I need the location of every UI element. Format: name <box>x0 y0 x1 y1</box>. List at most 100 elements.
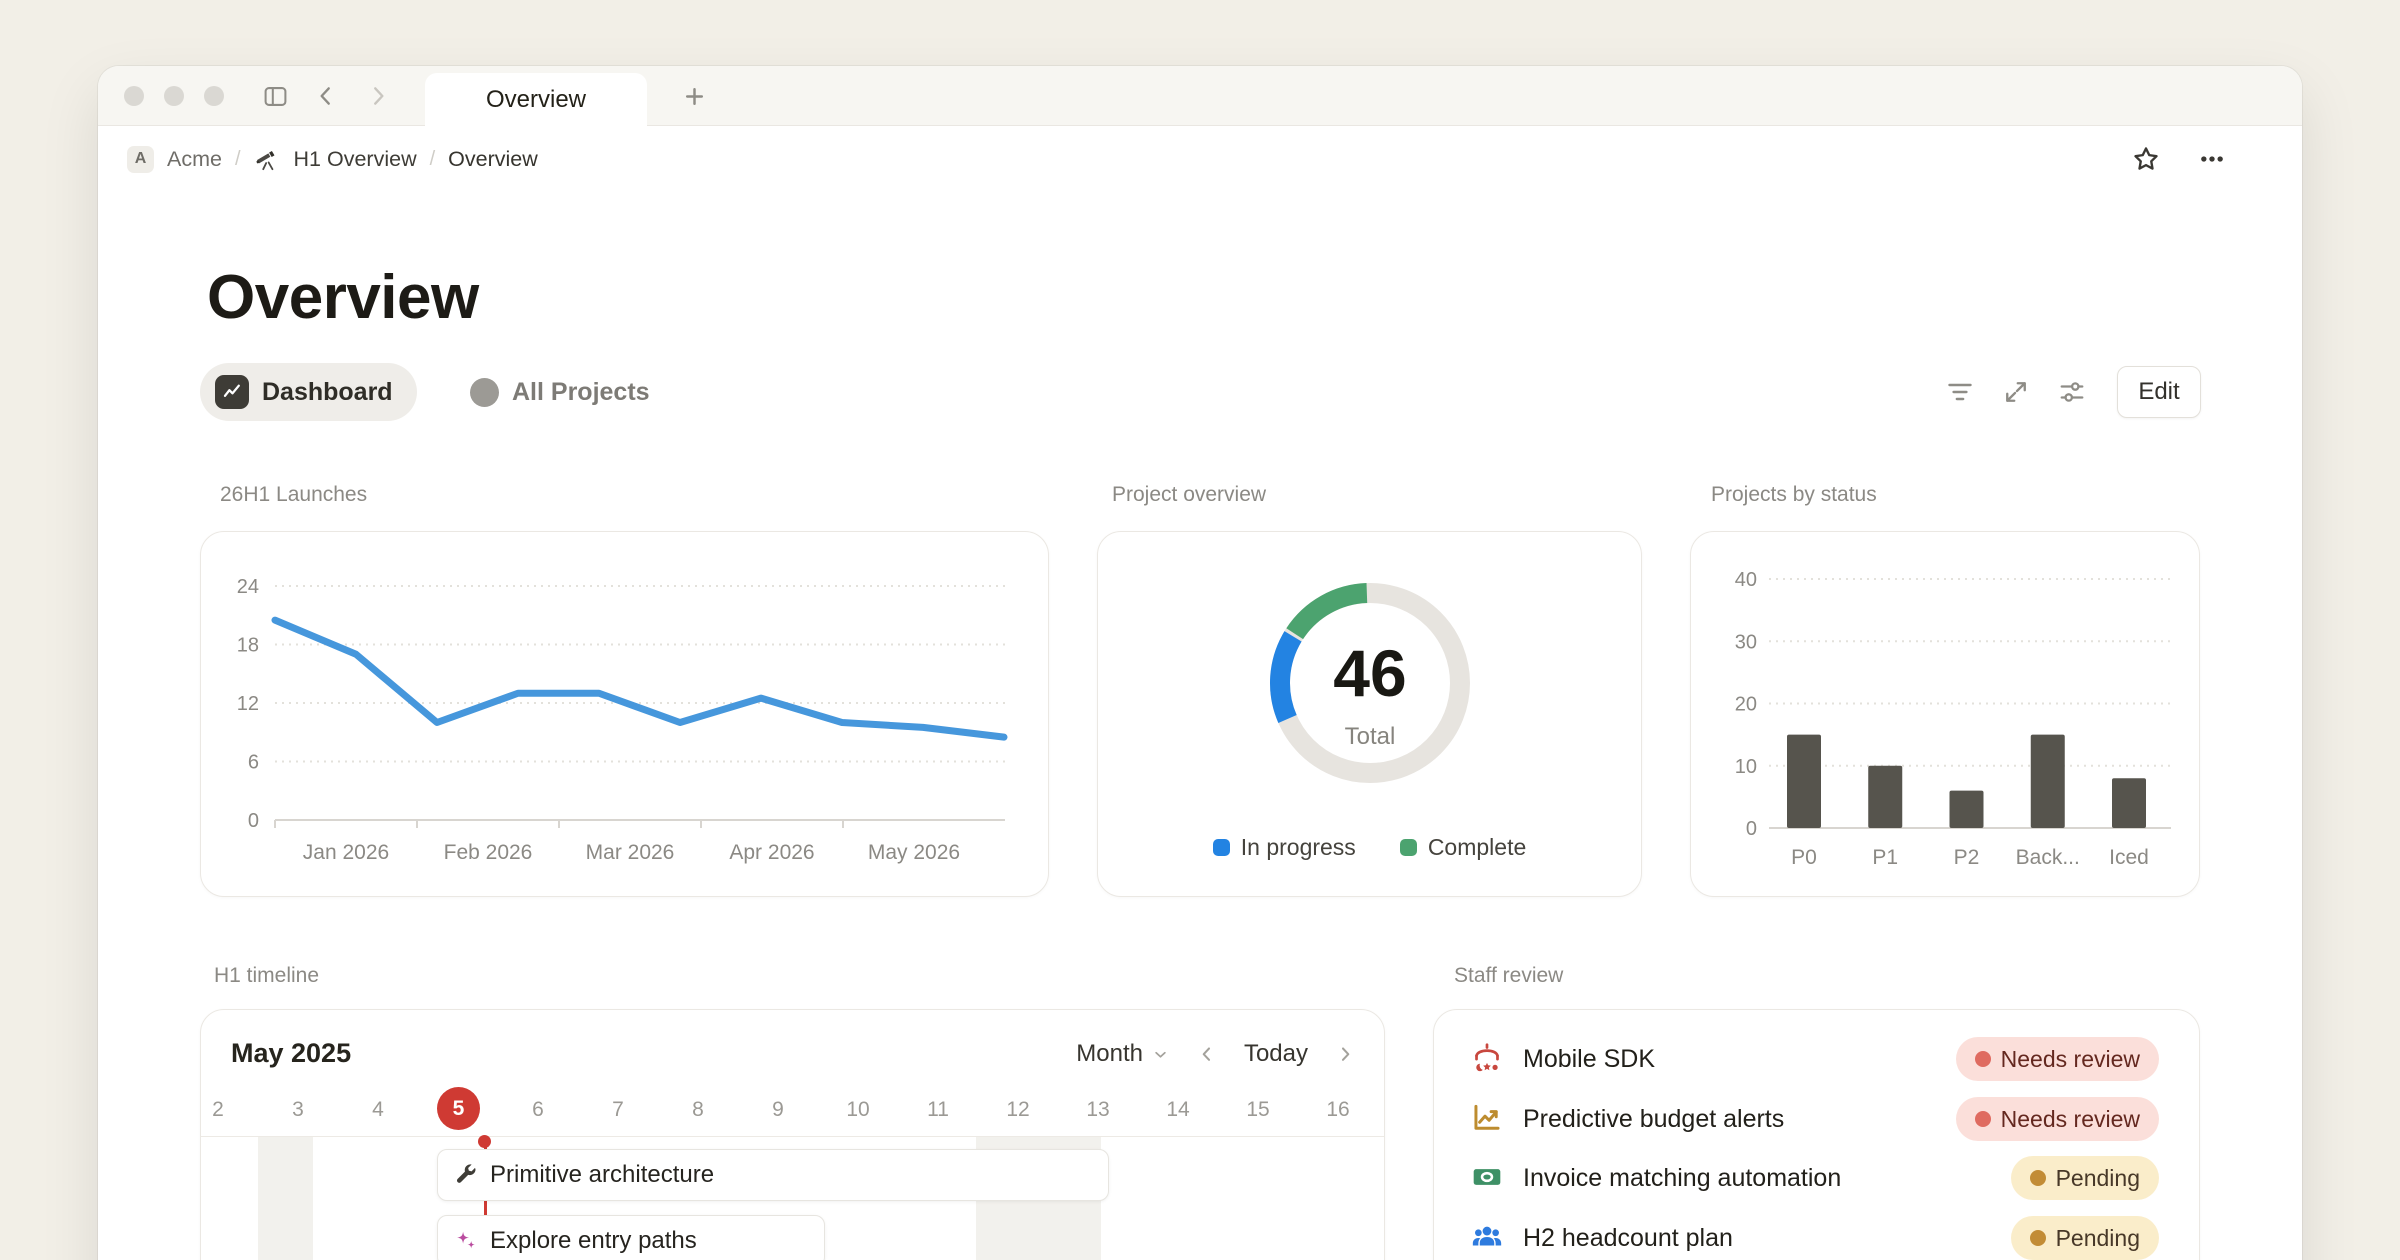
x-axis-label: P2 <box>1954 846 1980 869</box>
timeline-prev-button[interactable] <box>1196 1043 1218 1065</box>
sliders-icon <box>2058 378 2086 406</box>
staff-row-title: H2 headcount plan <box>1523 1224 1733 1253</box>
workspace-avatar[interactable]: A <box>127 146 154 173</box>
status-badge[interactable]: Needs review <box>1956 1097 2159 1141</box>
breadcrumb-separator: / <box>235 148 241 171</box>
staff-review-row[interactable]: H2 headcount plan Pending <box>1470 1215 2159 1260</box>
edit-button[interactable]: Edit <box>2117 366 2201 418</box>
line-series <box>275 620 1004 737</box>
filter-icon <box>1946 378 1974 406</box>
legend-label: Complete <box>1428 834 1526 861</box>
projects-by-status-bar-card: 010203040P0P1P2Back...Iced <box>1690 531 2200 897</box>
carousel-icon <box>1470 1041 1506 1077</box>
dashboard-chart-icon <box>215 375 249 409</box>
breadcrumb-item-workspace[interactable]: Acme <box>167 147 222 172</box>
y-axis-tick: 18 <box>237 635 259 657</box>
timeline-view-select[interactable]: Month <box>1076 1040 1170 1068</box>
legend-item: Complete <box>1400 834 1526 861</box>
bar <box>1950 791 1984 828</box>
x-axis-label: May 2026 <box>868 841 960 864</box>
chart-up-icon <box>1470 1101 1506 1137</box>
staff-row-title: Predictive budget alerts <box>1523 1105 1784 1134</box>
card-label-project-overview: Project overview <box>1112 484 1266 505</box>
timeline-date: 8 <box>658 1096 738 1124</box>
all-projects-circle-icon <box>470 378 499 407</box>
sidebar-toggle-button[interactable] <box>257 78 293 114</box>
sidebar-toggle-icon <box>262 83 289 110</box>
ellipsis-icon <box>2198 145 2226 173</box>
breadcrumb-item-current[interactable]: Overview <box>448 147 538 172</box>
new-tab-button[interactable] <box>676 78 712 114</box>
timeline-date: 3 <box>258 1096 338 1124</box>
x-axis-label: Iced <box>2109 846 2149 869</box>
expand-icon <box>2002 378 2030 406</box>
timeline-date: 16 <box>1298 1096 1378 1124</box>
back-chevron-icon <box>313 83 339 109</box>
forward-button[interactable] <box>360 78 396 114</box>
legend-item: In progress <box>1213 834 1356 861</box>
view-tab-dashboard[interactable]: Dashboard <box>200 363 417 421</box>
x-axis-label: Mar 2026 <box>586 841 675 864</box>
status-badge[interactable]: Pending <box>2011 1216 2159 1260</box>
legend-swatch <box>1400 839 1417 856</box>
staff-review-row[interactable]: Invoice matching automation Pending <box>1470 1155 2159 1201</box>
line-chart: 06121824Jan 2026Feb 2026Mar 2026Apr 2026… <box>201 532 1049 897</box>
chevron-left-icon <box>1196 1043 1218 1065</box>
timeline-date-row-divider <box>201 1136 1384 1137</box>
window-close-button[interactable] <box>124 86 144 106</box>
status-badge[interactable]: Pending <box>2011 1156 2159 1200</box>
desktop: { "window": { "tab_title": "Overview" },… <box>0 0 2400 1260</box>
staff-row-title: Invoice matching automation <box>1523 1164 1841 1193</box>
back-button[interactable] <box>308 78 344 114</box>
more-options-button[interactable] <box>2192 139 2232 179</box>
settings-sliders-button[interactable] <box>2052 372 2092 412</box>
donut-segment <box>1280 636 1293 719</box>
view-tab-label: Dashboard <box>262 378 393 407</box>
timeline-date: 15 <box>1218 1096 1298 1124</box>
forward-chevron-icon <box>365 83 391 109</box>
team-icon <box>1470 1220 1506 1256</box>
timeline-next-button[interactable] <box>1334 1043 1356 1065</box>
staff-review-card: Mobile SDKNeeds review Predictive budget … <box>1433 1009 2200 1260</box>
favorite-button[interactable] <box>2126 139 2166 179</box>
timeline-view-mode-label: Month <box>1076 1040 1143 1068</box>
filter-button[interactable] <box>1940 372 1980 412</box>
x-axis-label: Apr 2026 <box>729 841 814 864</box>
wrench-icon <box>453 1162 479 1188</box>
status-dot <box>1975 1051 1991 1067</box>
bar-chart: 010203040P0P1P2Back...Iced <box>1691 532 2200 897</box>
status-badge[interactable]: Needs review <box>1956 1037 2159 1081</box>
legend-label: In progress <box>1241 834 1356 861</box>
bar <box>2031 735 2065 828</box>
sparkle-icon <box>453 1228 479 1254</box>
timeline-date: 9 <box>738 1096 818 1124</box>
expand-button[interactable] <box>1996 372 2036 412</box>
window-zoom-button[interactable] <box>204 86 224 106</box>
timeline-date: 2 <box>200 1096 258 1124</box>
bar <box>1868 766 1902 828</box>
window-minimize-button[interactable] <box>164 86 184 106</box>
breadcrumb-item-parent[interactable]: H1 Overview <box>294 147 417 172</box>
workspace-initial: A <box>135 150 147 168</box>
staff-review-row[interactable]: Predictive budget alerts Needs review <box>1470 1096 2159 1142</box>
view-tab-all-projects[interactable]: All Projects <box>456 363 664 421</box>
window-tab-overview[interactable]: Overview <box>425 73 647 127</box>
status-label: Needs review <box>2001 1046 2140 1073</box>
card-label-launches: 26H1 Launches <box>220 484 367 505</box>
x-axis-label: P0 <box>1791 846 1817 869</box>
timeline-event[interactable]: Primitive architecture <box>437 1149 1109 1201</box>
edit-button-label: Edit <box>2138 378 2179 406</box>
chevron-down-icon <box>1151 1045 1170 1064</box>
timeline-date: 7 <box>578 1096 658 1124</box>
status-dot <box>2030 1230 2046 1246</box>
breadcrumb-separator: / <box>430 148 436 171</box>
view-tab-label: All Projects <box>512 378 650 407</box>
window-titlebar: Overview <box>98 66 2302 126</box>
donut-total-caption: Total <box>1345 723 1396 750</box>
staff-review-row[interactable]: Mobile SDKNeeds review <box>1470 1036 2159 1082</box>
timeline-today-button[interactable]: Today <box>1244 1040 1308 1068</box>
y-axis-tick: 0 <box>248 810 259 832</box>
timeline-event[interactable]: Explore entry paths <box>437 1215 825 1260</box>
x-axis-label: P1 <box>1872 846 1898 869</box>
legend-swatch <box>1213 839 1230 856</box>
